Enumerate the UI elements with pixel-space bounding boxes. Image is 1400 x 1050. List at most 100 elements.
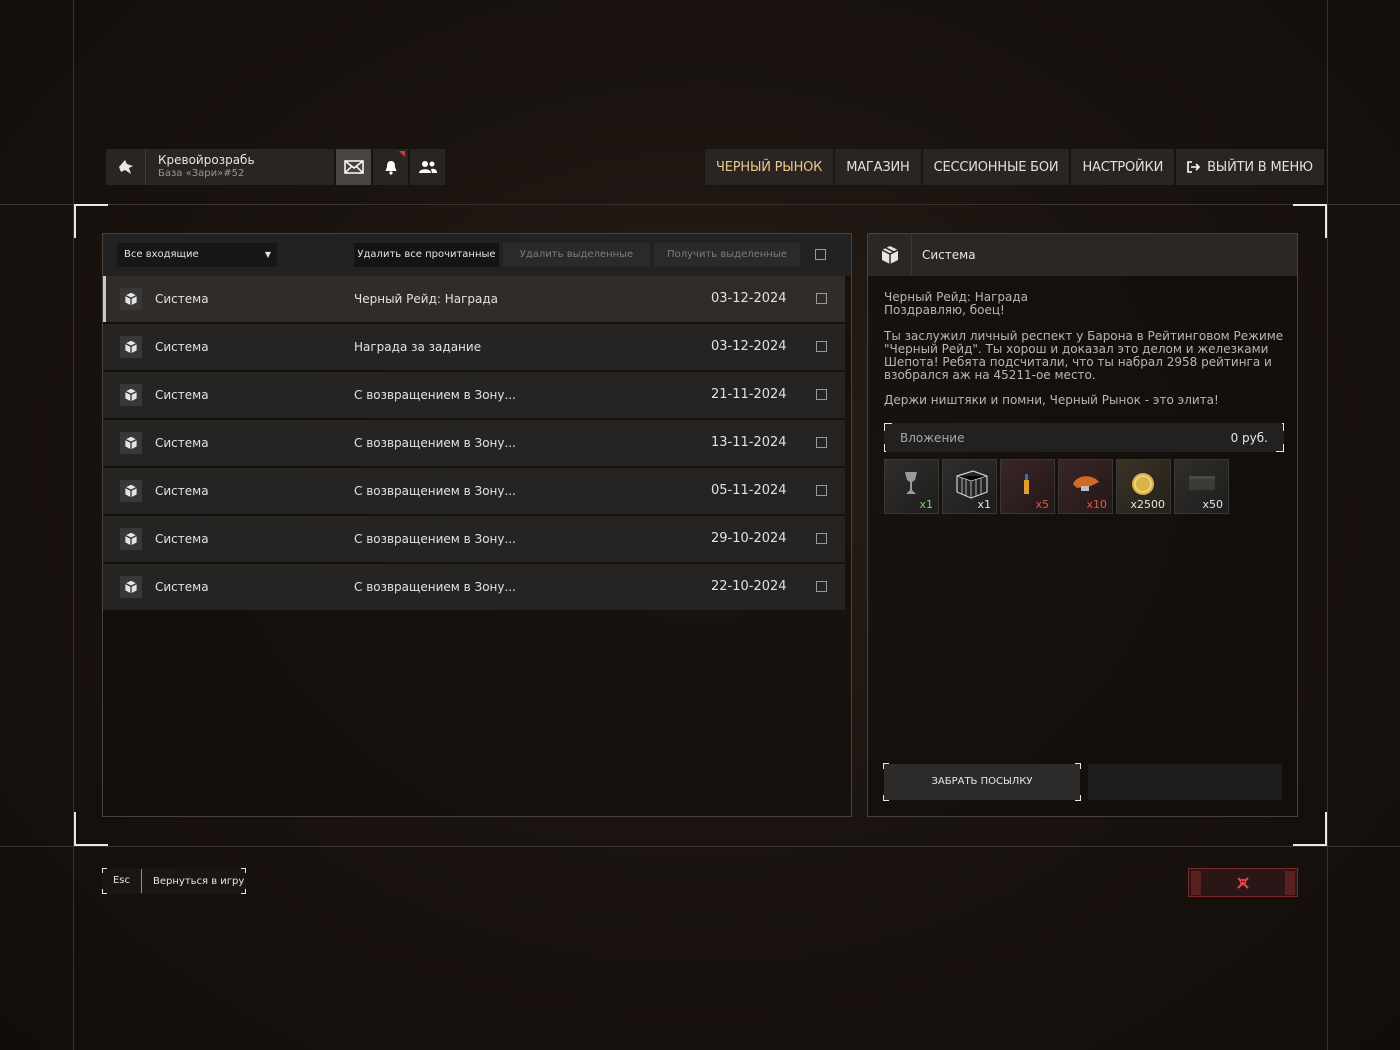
- message-closing: Держи ништяки и помни, Черный Рынок - эт…: [884, 393, 1219, 407]
- attachment-item[interactable]: x1: [884, 459, 939, 514]
- mail-date: 29-10-2024: [711, 531, 787, 546]
- nav-settings[interactable]: НАСТРОЙКИ: [1071, 149, 1175, 185]
- profile-card[interactable]: Кревойрозрабь База «Зари»#52: [106, 149, 334, 185]
- nav-shop[interactable]: МАГАЗИН: [835, 149, 921, 185]
- package-icon: [120, 288, 142, 310]
- message-text: Ты заслужил личный респект у Барона в Ре…: [884, 329, 1284, 382]
- mail-subject: Черный Рейд: Награда: [354, 292, 499, 306]
- package-icon: [120, 576, 142, 598]
- mail-date: 13-11-2024: [711, 435, 787, 450]
- frame-line-right: [1327, 0, 1328, 1050]
- attachment-item[interactable]: x1: [942, 459, 997, 514]
- package-icon: [120, 528, 142, 550]
- delete-selected-button[interactable]: Удалить выделенные: [503, 243, 650, 267]
- take-package-button[interactable]: ЗАБРАТЬ ПОСЫЛКУ: [883, 763, 1081, 801]
- mail-sender: Система: [155, 436, 209, 450]
- mail-list: Система Черный Рейд: Награда 03-12-2024 Сис…: [103, 276, 851, 612]
- attachment-item-count: x50: [1202, 498, 1223, 511]
- select-all-checkbox[interactable]: [815, 249, 826, 260]
- attachment-item[interactable]: x2500: [1116, 459, 1171, 514]
- message-body: Черный Рейд: Награда Поздравляю, боец! Т…: [884, 291, 1284, 407]
- esc-key-hint: Esc: [102, 869, 142, 893]
- danger-button[interactable]: [1188, 868, 1298, 897]
- message-greeting: Поздравляю, боец!: [884, 303, 1005, 317]
- mail-button[interactable]: [336, 149, 371, 185]
- mail-row[interactable]: Система Награда за задание 03-12-2024: [103, 324, 845, 370]
- message-header: Система: [868, 234, 1297, 276]
- attachment-item[interactable]: x10: [1058, 459, 1113, 514]
- notification-badge: [399, 151, 405, 157]
- back-to-game-button[interactable]: Esc Вернуться в игру: [102, 868, 246, 894]
- message-detail-panel: Система Черный Рейд: Награда Поздравляю,…: [867, 233, 1298, 817]
- mail-row[interactable]: Система С возвращением в Зону... 13-11-202…: [103, 420, 845, 466]
- attachment-item-count: x2500: [1130, 498, 1165, 511]
- attachment-item[interactable]: x5: [1000, 459, 1055, 514]
- mail-date: 21-11-2024: [711, 387, 787, 402]
- mail-row[interactable]: Система Черный Рейд: Награда 03-12-2024: [103, 276, 845, 322]
- message-sender: Система: [922, 248, 976, 262]
- package-icon: [120, 432, 142, 454]
- back-to-game-label: Вернуться в игру: [153, 875, 245, 887]
- attachment-item[interactable]: x50: [1174, 459, 1229, 514]
- attachment-bar: Вложение 0 руб.: [884, 423, 1284, 452]
- mail-row[interactable]: Система С возвращением в Зону... 22-10-202…: [103, 564, 845, 610]
- nav-exit-menu[interactable]: ВЫЙТИ В МЕНЮ: [1176, 149, 1324, 185]
- mail-row[interactable]: Система С возвращением в Зону... 21-11-202…: [103, 372, 845, 418]
- mail-row-checkbox[interactable]: [816, 533, 827, 544]
- mail-filter-value: Все входящие: [124, 249, 199, 260]
- take-package-label: ЗАБРАТЬ ПОСЫЛКУ: [931, 776, 1033, 787]
- mail-sender: Система: [155, 484, 209, 498]
- notifications-button[interactable]: [373, 149, 408, 185]
- nav-black-market[interactable]: ЧЕРНЫЙ РЫНОК: [705, 149, 834, 185]
- package-icon: [120, 336, 142, 358]
- mail-date: 03-12-2024: [711, 339, 787, 354]
- mail-subject: С возвращением в Зону...: [354, 484, 516, 498]
- package-icon: [868, 234, 912, 276]
- mail-subject: Награда за задание: [354, 340, 482, 354]
- frame-corner-bl: [74, 812, 108, 846]
- mail-row-checkbox[interactable]: [816, 581, 827, 592]
- mail-date: 05-11-2024: [711, 483, 787, 498]
- frame-line-bottom: [0, 846, 1400, 847]
- frame-line-top: [0, 204, 1400, 205]
- mail-row-checkbox[interactable]: [816, 437, 827, 448]
- mail-subject: С возвращением в Зону...: [354, 436, 516, 450]
- get-selected-button[interactable]: Получить выделенные: [654, 243, 800, 267]
- attachment-item-count: x1: [919, 498, 933, 511]
- mail-toolbar: Все входящие ▼ Удалить все прочитанные У…: [103, 234, 851, 276]
- friends-icon: [418, 161, 437, 173]
- secondary-action-slot: [1088, 764, 1282, 800]
- skull-crossbones-icon: [1237, 876, 1249, 889]
- attachment-item-count: x10: [1086, 498, 1107, 511]
- mail-icon: [343, 160, 364, 174]
- mail-filter-dropdown[interactable]: Все входящие ▼: [117, 243, 277, 267]
- mail-row-checkbox[interactable]: [816, 341, 827, 352]
- package-icon: [120, 480, 142, 502]
- attachment-label: Вложение: [900, 431, 965, 445]
- mail-row[interactable]: Система С возвращением в Зону... 05-11-202…: [103, 468, 845, 514]
- caret-down-icon: ▼: [264, 250, 271, 259]
- mail-row-checkbox[interactable]: [816, 389, 827, 400]
- frame-corner-br: [1293, 812, 1327, 846]
- mail-row-checkbox[interactable]: [816, 293, 827, 304]
- mail-date: 03-12-2024: [711, 291, 787, 306]
- nav-session-battles[interactable]: СЕССИОННЫЕ БОИ: [922, 149, 1070, 185]
- attachment-item-count: x1: [977, 498, 991, 511]
- delete-read-button[interactable]: Удалить все прочитанные: [354, 243, 499, 267]
- mail-sender: Система: [155, 580, 209, 594]
- mail-date: 22-10-2024: [711, 579, 787, 594]
- mail-subject: С возвращением в Зону...: [354, 388, 516, 402]
- mail-row[interactable]: Система С возвращением в Зону... 29-10-202…: [103, 516, 845, 562]
- friends-button[interactable]: [410, 149, 445, 185]
- attachment-items: x1 x1 x5 x10 x2500 x50: [884, 459, 1229, 514]
- attachment-sum: 0 руб.: [1230, 431, 1268, 445]
- frame-corner-tr: [1293, 204, 1327, 238]
- mail-subject: С возвращением в Зону...: [354, 532, 516, 546]
- frame-line-left: [73, 0, 74, 1050]
- nav-exit-label: ВЫЙТИ В МЕНЮ: [1207, 159, 1313, 175]
- mail-sender: Система: [155, 292, 209, 306]
- package-icon: [120, 384, 142, 406]
- profile-name: Кревойрозрабь: [158, 153, 255, 167]
- mail-list-panel: Все входящие ▼ Удалить все прочитанные У…: [102, 233, 852, 817]
- mail-row-checkbox[interactable]: [816, 485, 827, 496]
